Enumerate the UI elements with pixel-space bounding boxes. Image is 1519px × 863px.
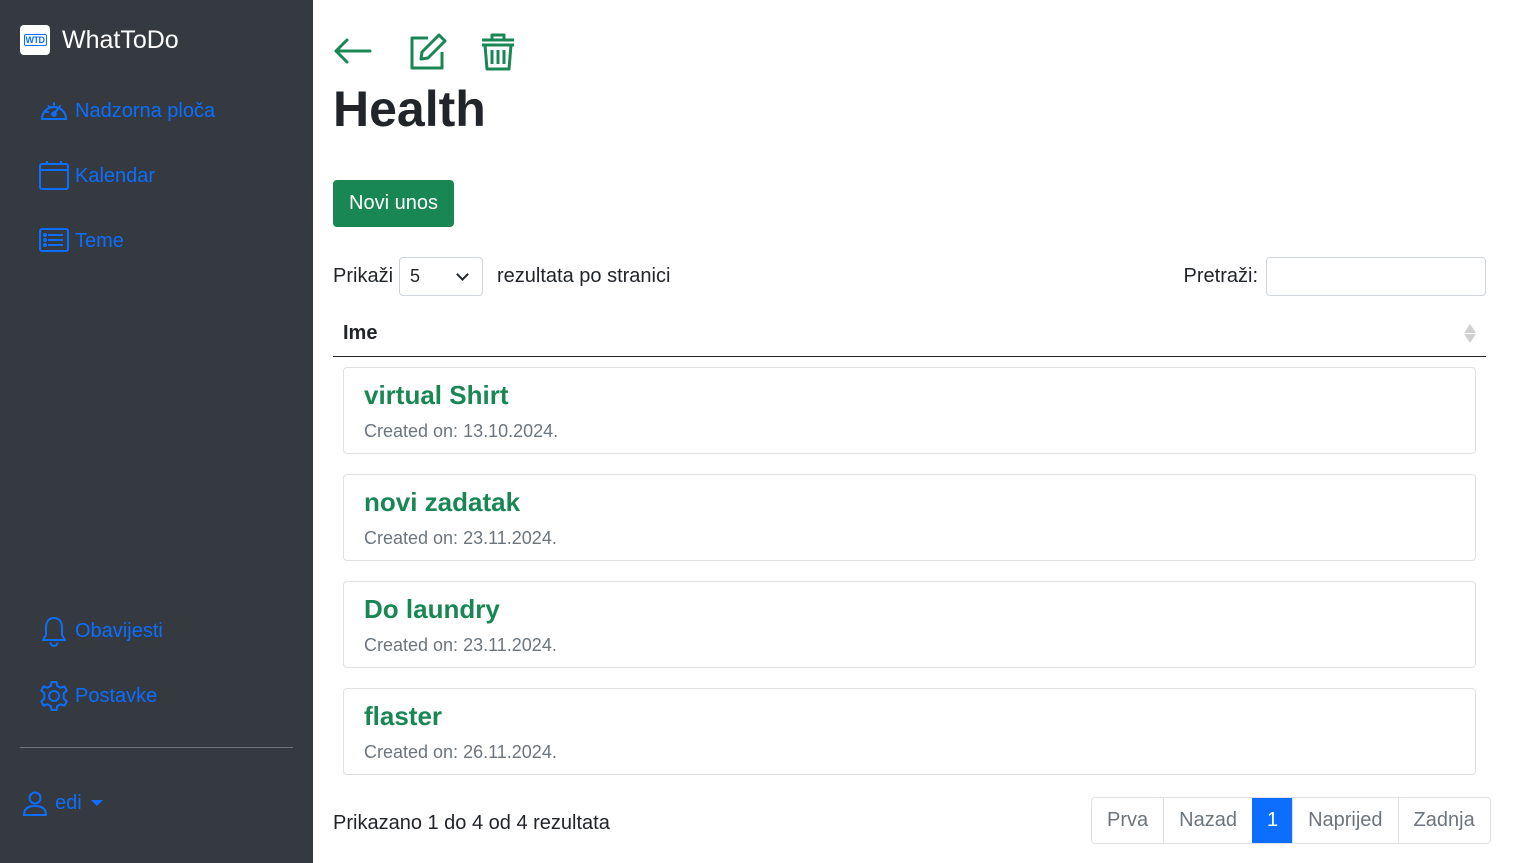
sort-icon [1464,323,1476,343]
delete-button[interactable] [478,32,518,77]
sidebar-divider [20,747,293,748]
speedometer-icon [40,102,68,120]
app-logo: WTD [20,25,50,55]
search-input[interactable] [1266,257,1486,296]
edit-button[interactable] [408,32,448,77]
list-item[interactable]: Do laundry Created on: 23.11.2024. [343,581,1476,668]
item-date-label: Created on: [364,635,459,655]
app-logo-text: WTD [23,34,47,46]
sidebar-item-notifications[interactable]: Obavijesti [38,615,163,647]
sidebar: WTD WhatToDo Nadzorna ploča Kalendar Tem… [0,0,313,863]
pagination-last[interactable]: Zadnja [1397,798,1490,843]
chevron-down-icon [456,267,469,281]
sidebar-item-dashboard[interactable]: Nadzorna ploča [38,95,215,127]
user-name: edi [55,791,82,814]
column-header-name[interactable]: Ime [333,310,1486,357]
item-date: Created on: 26.11.2024. [364,742,1455,763]
pagination: Prva Nazad 1 Naprijed Zadnja [1091,797,1491,844]
user-menu[interactable]: edi [22,790,103,816]
table-info: Prikazano 1 do 4 od 4 rezultata [333,812,610,834]
pagination-first[interactable]: Prva [1092,798,1164,843]
item-title[interactable]: Do laundry [364,594,1455,625]
item-date-value: 26.11.2024. [463,742,557,762]
list-item[interactable]: flaster Created on: 26.11.2024. [343,688,1476,775]
item-date-label: Created on: [364,742,459,762]
arrow-left-icon [334,38,372,64]
sidebar-item-label: Obavijesti [75,619,163,642]
page-length-value: 5 [410,266,421,286]
list-item[interactable]: novi zadatak Created on: 23.11.2024. [343,474,1476,561]
item-date: Created on: 23.11.2024. [364,635,1455,656]
item-date-value: 23.11.2024. [463,528,557,548]
length-suffix: rezultata po stranici [497,265,671,287]
back-button[interactable] [333,32,373,77]
main-content: Health Novi unos Prikaži 5 rezultata po … [313,0,1519,863]
page-length-control: Prikaži 5 rezultata po stranici [333,257,670,296]
item-title[interactable]: novi zadatak [364,487,1455,518]
sidebar-item-label: Kalendar [75,164,156,187]
search-label: Pretraži: [1183,265,1258,287]
item-title[interactable]: virtual Shirt [364,380,1455,411]
list-icon [39,228,69,252]
sidebar-item-label: Teme [75,229,124,252]
column-header-label: Ime [343,321,378,344]
sidebar-item-calendar[interactable]: Kalendar [38,160,155,192]
person-icon [22,791,48,816]
caret-down-icon [90,800,103,806]
search-control: Pretraži: [1184,257,1486,296]
pagination-next[interactable]: Naprijed [1292,798,1398,843]
sidebar-item-label: Nadzorna ploča [75,99,216,122]
bell-icon [42,617,66,647]
item-date-label: Created on: [364,528,459,548]
sidebar-item-settings[interactable]: Postavke [38,680,157,712]
length-prefix: Prikaži [333,265,394,287]
trash-icon [482,33,514,71]
item-title[interactable]: flaster [364,701,1455,732]
pagination-page-current[interactable]: 1 [1251,798,1293,843]
item-date-value: 23.11.2024. [463,635,557,655]
item-date: Created on: 13.10.2024. [364,421,1455,442]
pagination-prev[interactable]: Nazad [1163,798,1252,843]
page-length-select[interactable]: 5 [399,257,484,296]
new-entry-button[interactable]: Novi unos [333,180,454,227]
sidebar-item-label: Postavke [75,684,158,707]
edit-icon [410,33,447,70]
list-item[interactable]: virtual Shirt Created on: 13.10.2024. [343,367,1476,454]
item-date: Created on: 23.11.2024. [364,528,1455,549]
calendar-icon [39,161,69,190]
gear-icon [40,681,68,711]
item-date-label: Created on: [364,421,459,441]
brand[interactable]: WTD WhatToDo [20,20,179,60]
item-date-value: 13.10.2024. [463,421,559,441]
page-title: Health [333,81,486,137]
app-title: WhatToDo [62,25,179,54]
sidebar-item-topics[interactable]: Teme [38,225,124,257]
